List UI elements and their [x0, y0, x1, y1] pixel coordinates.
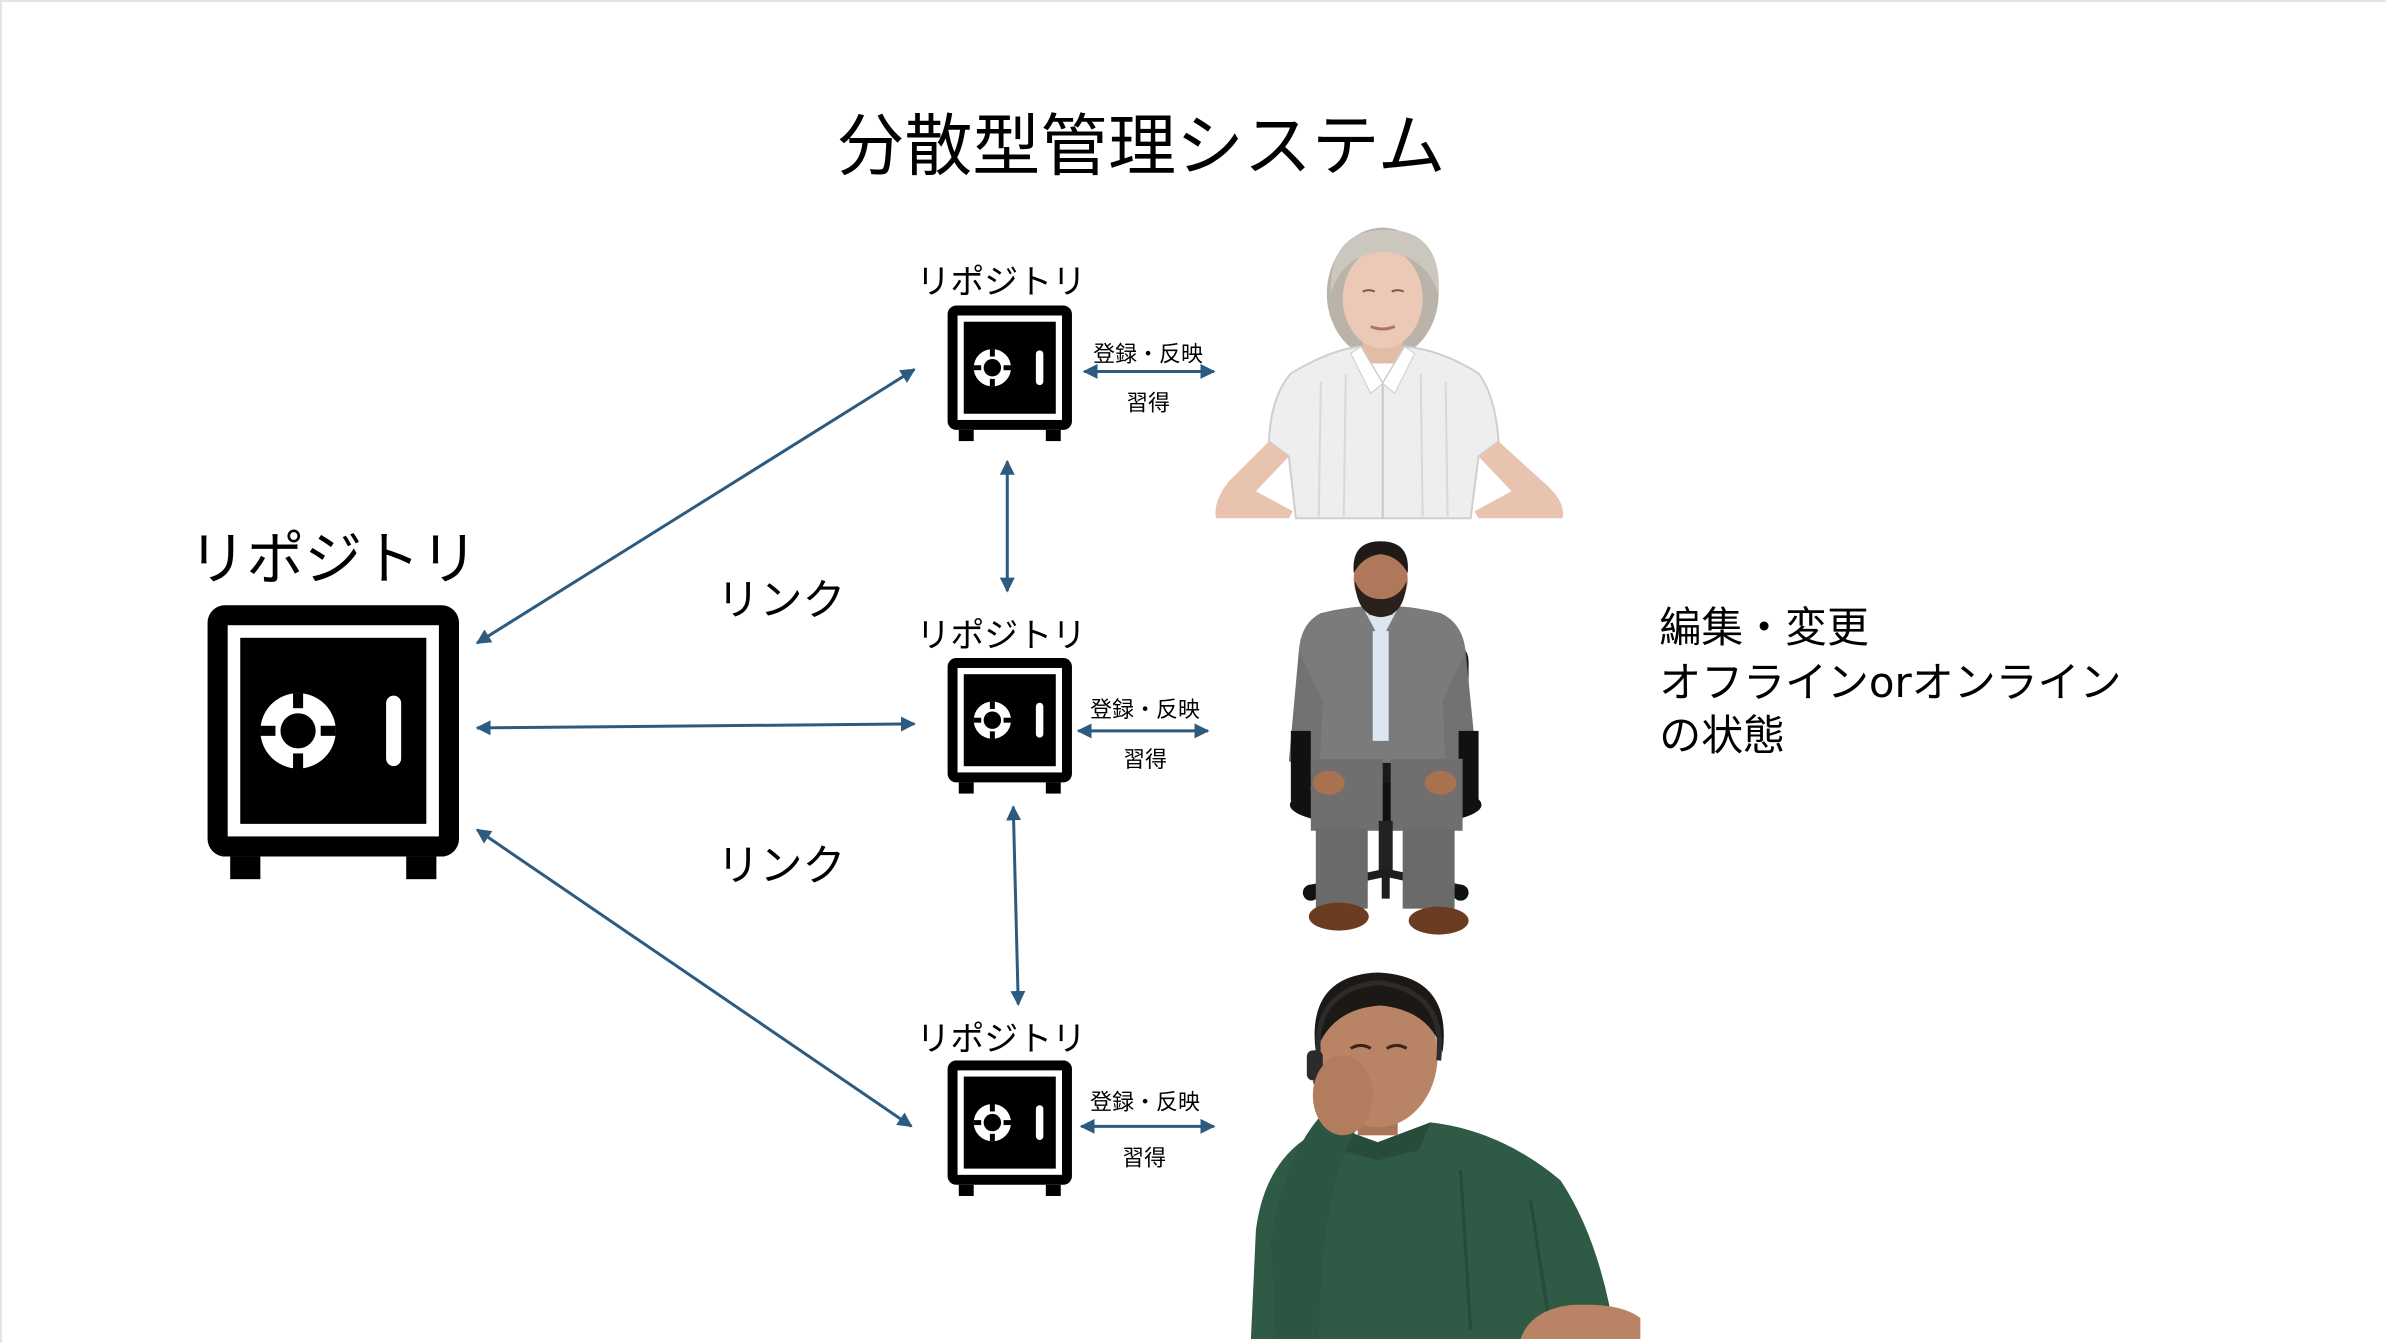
elderly-woman-photo: [1215, 227, 1564, 520]
local-repository-label: リポジトリ: [916, 1019, 1086, 1059]
local-repository-2: リポジトリ 登録・反映 習得: [916, 616, 1210, 794]
link-arrow-repo-2-to-repo-3: [1006, 805, 1026, 1007]
central-repository: リポジトリ: [189, 525, 479, 880]
fetch-label: 習得: [1122, 1146, 1166, 1171]
tired-man-with-headset-photo: [1250, 972, 1641, 1340]
side-note: 編集・変更 オフラインorオンライン の状態: [1659, 603, 2121, 760]
fetch-label: 習得: [1126, 391, 1170, 416]
safe-icon: [947, 305, 1072, 442]
safe-icon: [947, 1060, 1072, 1196]
central-safe-icon: [207, 605, 460, 880]
link-arrow-central-to-repo-1: [475, 368, 916, 645]
seated-businessman-photo: [1288, 541, 1482, 935]
fetch-label: 習得: [1123, 748, 1167, 773]
diagram-canvas: 分散型管理システム リポジトリ リンク リンク リポジトリ 登録・反映 習得 リ…: [189, 108, 2121, 1340]
commit-label: 登録・反映: [1090, 698, 1200, 723]
slide-title: 分散型管理システム: [837, 108, 1446, 187]
central-repository-label: リポジトリ: [189, 525, 479, 593]
link-arrow-central-to-repo-3: [475, 828, 913, 1128]
commit-label: 登録・反映: [1093, 342, 1203, 367]
local-repository-1: リポジトリ 登録・反映 習得: [916, 263, 1216, 442]
local-repository-label: リポジトリ: [916, 263, 1086, 303]
slide: 分散型管理システム リポジトリ リンク リンク リポジトリ 登録・反映 習得 リ…: [0, 0, 2386, 1343]
link-label-1: リンク: [717, 576, 846, 626]
commit-label: 登録・反映: [1090, 1090, 1200, 1115]
local-repository-3: リポジトリ 登録・反映 習得: [916, 1019, 1216, 1196]
side-note-line-1: 編集・変更: [1659, 603, 1869, 652]
link-arrow-central-to-repo-2: [475, 716, 916, 736]
link-label-2: リンク: [717, 842, 846, 892]
side-note-line-3: の状態: [1659, 711, 1785, 760]
safe-icon: [947, 658, 1072, 794]
side-note-line-2: オフラインorオンライン: [1659, 658, 2121, 707]
local-repository-label: リポジトリ: [916, 616, 1086, 656]
